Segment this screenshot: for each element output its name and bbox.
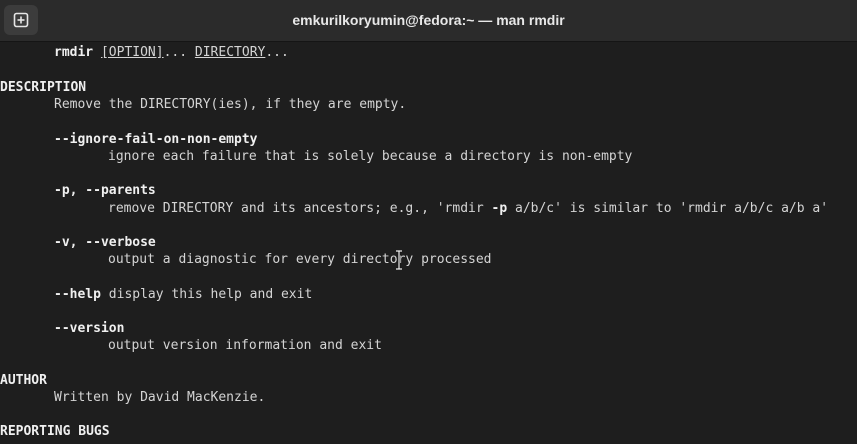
synopsis-dots-2: ... [265, 45, 289, 60]
option-version-desc: output version information and exit [108, 338, 382, 353]
option-verbose-desc: output a diagnostic for every directory … [108, 252, 492, 267]
option-parents-desc: remove DIRECTORY and its ancestors; e.g.… [108, 200, 828, 217]
option-help-line: --help display this help and exit [54, 286, 312, 303]
option-help-desc: display this help and exit [108, 287, 313, 302]
option-parents-desc-b: a/b/c' is similar to 'rmdir a/b/c a/b a' [507, 201, 829, 216]
option-parents-flag: -p, --parents [54, 183, 156, 198]
synopsis-line: rmdir [OPTION]... DIRECTORY... [54, 44, 289, 61]
author-text: Written by David MacKenzie. [54, 390, 266, 405]
text-cursor-icon [396, 250, 402, 270]
option-version-flag: --version [54, 321, 125, 336]
title-bar: emkurilkoryumin@fedora:~ — man rmdir [0, 0, 857, 42]
synopsis-dots: ... [163, 45, 188, 60]
description-heading: DESCRIPTION [0, 80, 87, 95]
window-title: emkurilkoryumin@fedora:~ — man rmdir [292, 12, 565, 28]
reporting-bugs-heading: REPORTING BUGS [0, 424, 110, 439]
author-heading: AUTHOR [0, 373, 47, 388]
synopsis-option: [OPTION] [100, 45, 164, 60]
option-parents-desc-a: remove DIRECTORY and its ancestors; e.g.… [108, 201, 492, 216]
synopsis-directory: DIRECTORY [194, 45, 266, 60]
terminal-content[interactable]: rmdir [OPTION]... DIRECTORY... DESCRIPTI… [0, 42, 857, 444]
option-ignore-flag: --ignore-fail-on-non-empty [54, 132, 258, 147]
option-help-flag: --help [54, 287, 101, 302]
option-ignore-desc: ignore each failure that is solely becau… [108, 149, 633, 164]
synopsis-command: rmdir [54, 45, 94, 60]
description-text: Remove the DIRECTORY(ies), if they are e… [54, 97, 407, 112]
option-parents-desc-flag: -p [491, 201, 508, 216]
option-verbose-flag: -v, --verbose [54, 235, 156, 250]
